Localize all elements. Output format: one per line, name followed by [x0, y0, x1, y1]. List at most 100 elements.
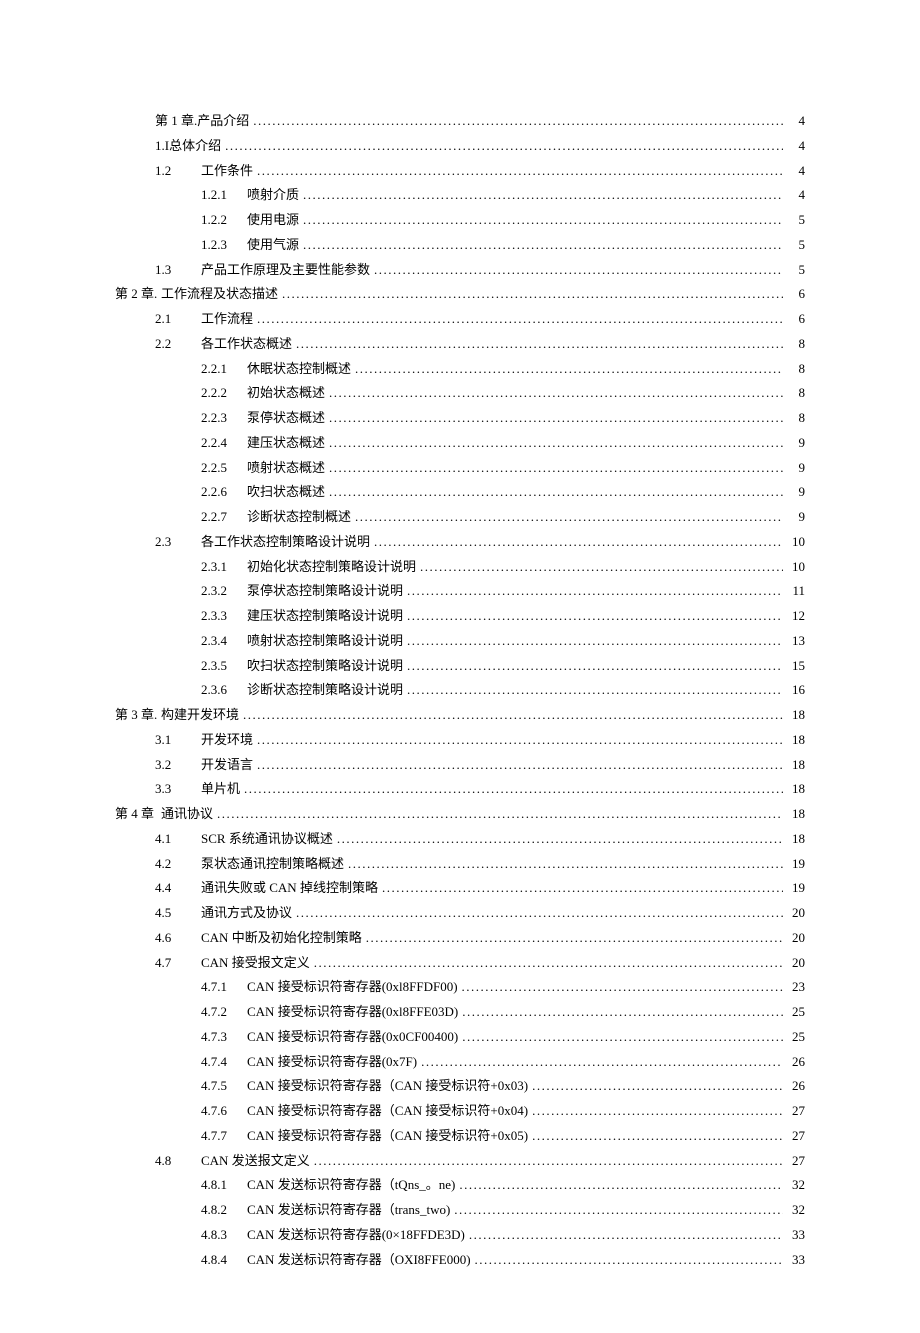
toc-entry-number: 4.8.1 [201, 1174, 247, 1197]
toc-entry-title: 开发语言 [201, 754, 253, 777]
toc-entry-page: 5 [787, 259, 805, 282]
toc-entry[interactable]: 4.7.3CAN 接受标识符寄存器(0x0CF00400)25 [201, 1026, 805, 1049]
toc-entry[interactable]: 4.8.3CAN 发送标识符寄存器(0×18FFDE3D)33 [201, 1224, 805, 1247]
toc-entry-number: 1.2.3 [201, 234, 247, 257]
toc-leader-dots [532, 1100, 783, 1123]
toc-entry-number: 1.2.2 [201, 209, 247, 232]
toc-entry[interactable]: 4.7.2CAN 接受标识符寄存器(0xl8FFE03D)25 [201, 1001, 805, 1024]
toc-entry-page: 25 [787, 1026, 805, 1049]
toc-entry[interactable]: 第 4 章通讯协议18 [115, 803, 805, 826]
toc-leader-dots [420, 556, 783, 579]
toc-entry-page: 20 [787, 902, 805, 925]
toc-entry-title: 总体介绍 [169, 135, 221, 158]
toc-entry-page: 4 [787, 160, 805, 183]
toc-entry[interactable]: 3.1开发环境18 [155, 729, 805, 752]
toc-entry[interactable]: 第 3 章. 构建开发环境18 [115, 704, 805, 727]
toc-entry-number: 2.2.6 [201, 481, 247, 504]
toc-entry[interactable]: 2.3.3建压状态控制策略设计说明12 [201, 605, 805, 628]
toc-entry[interactable]: 2.2.2初始状态概述8 [201, 382, 805, 405]
toc-entry-page: 15 [787, 655, 805, 678]
toc-leader-dots [303, 209, 783, 232]
toc-entry-page: 12 [787, 605, 805, 628]
toc-entry-title: 喷射状态概述 [247, 457, 325, 480]
toc-entry[interactable]: 4.7.1CAN 接受标识符寄存器(0xl8FFDF00)23 [201, 976, 805, 999]
toc-entry[interactable]: 第 2 章. 工作流程及状态描述6 [115, 283, 805, 306]
toc-entry[interactable]: 4.6CAN 中断及初始化控制策略20 [155, 927, 805, 950]
toc-entry[interactable]: 3.3单片机18 [155, 778, 805, 801]
toc-entry-title: 开发环境 [201, 729, 253, 752]
toc-entry-title: CAN 发送标识符寄存器(0×18FFDE3D) [247, 1224, 465, 1247]
toc-entry[interactable]: 2.2.7诊断状态控制概述9 [201, 506, 805, 529]
toc-leader-dots [329, 457, 783, 480]
toc-entry[interactable]: 第 1 章. 产品介绍4 [155, 110, 805, 133]
toc-entry-page: 9 [787, 432, 805, 455]
toc-entry-number: 4.2 [155, 853, 201, 876]
toc-entry-page: 8 [787, 407, 805, 430]
toc-entry-number: 2.3.5 [201, 655, 247, 678]
toc-entry-page: 19 [787, 877, 805, 900]
toc-entry[interactable]: 4.7.6CAN 接受标识符寄存器（CAN 接受标识符+0x04)27 [201, 1100, 805, 1123]
toc-leader-dots [407, 630, 783, 653]
toc-entry[interactable]: 4.7.4CAN 接受标识符寄存器(0x7F)26 [201, 1051, 805, 1074]
toc-leader-dots [337, 828, 783, 851]
toc-entry[interactable]: 2.3.2泵停状态控制策略设计说明11 [201, 580, 805, 603]
toc-entry-page: 18 [787, 778, 805, 801]
toc-entry-title: 产品工作原理及主要性能参数 [201, 259, 370, 282]
toc-leader-dots [407, 605, 783, 628]
toc-leader-dots [329, 432, 783, 455]
toc-entry[interactable]: 2.2.3泵停状态概述8 [201, 407, 805, 430]
toc-entry[interactable]: 3.2开发语言18 [155, 754, 805, 777]
toc-entry-page: 18 [787, 803, 805, 826]
toc-entry[interactable]: 4.8CAN 发送报文定义27 [155, 1150, 805, 1173]
toc-entry-title: 工作条件 [201, 160, 253, 183]
toc-entry-number: 1.3 [155, 259, 201, 282]
toc-entry[interactable]: 4.8.1CAN 发送标识符寄存器（tQns_。ne)32 [201, 1174, 805, 1197]
toc-entry[interactable]: 2.3各工作状态控制策略设计说明10 [155, 531, 805, 554]
toc-entry-title: CAN 接受标识符寄存器(0x0CF00400) [247, 1026, 458, 1049]
toc-entry-number: 第 3 章. [115, 704, 161, 727]
toc-entry[interactable]: 4.7.5CAN 接受标识符寄存器（CAN 接受标识符+0x03)26 [201, 1075, 805, 1098]
toc-entry[interactable]: 2.2.1休眠状态控制概述8 [201, 358, 805, 381]
toc-entry-title: CAN 发送标识符寄存器（trans_two) [247, 1199, 450, 1222]
toc-entry[interactable]: 1.3产品工作原理及主要性能参数 5 [155, 259, 805, 282]
toc-entry[interactable]: 2.2.4建压状态概述9 [201, 432, 805, 455]
toc-entry[interactable]: 1.2.2使用电源5 [201, 209, 805, 232]
toc-entry-number: 2.2.4 [201, 432, 247, 455]
toc-entry[interactable]: 2.3.5吹扫状态控制策略设计说明 15 [201, 655, 805, 678]
toc-entry[interactable]: 1.2.1喷射介质4 [201, 184, 805, 207]
toc-entry[interactable]: 4.7.7CAN 接受标识符寄存器（CAN 接受标识符+0x05)27 [201, 1125, 805, 1148]
toc-leader-dots [532, 1125, 783, 1148]
toc-entry-title: 各工作状态控制策略设计说明 [201, 531, 370, 554]
toc-entry[interactable]: 2.2各工作状态概述8 [155, 333, 805, 356]
toc-entry-number: 2.3.6 [201, 679, 247, 702]
toc-leader-dots [225, 135, 783, 158]
toc-entry-page: 20 [787, 952, 805, 975]
toc-entry[interactable]: 2.2.5喷射状态概述9 [201, 457, 805, 480]
toc-entry[interactable]: 2.2.6吹扫状态概述9 [201, 481, 805, 504]
toc-leader-dots [244, 778, 783, 801]
toc-entry[interactable]: 2.3.1初始化状态控制策略设计说明10 [201, 556, 805, 579]
toc-entry[interactable]: 2.1工作流程6 [155, 308, 805, 331]
toc-entry-number: 2.2.2 [201, 382, 247, 405]
toc-entry[interactable]: 1.2.3使用气源5 [201, 234, 805, 257]
toc-entry-title: CAN 中断及初始化控制策略 [201, 927, 362, 950]
toc-entry[interactable]: 4.8.2CAN 发送标识符寄存器（trans_two)32 [201, 1199, 805, 1222]
table-of-contents: 第 1 章. 产品介绍41.I 总体介绍41.2工作条件41.2.1喷射介质41… [115, 110, 805, 1271]
toc-entry[interactable]: 4.1SCR 系统通讯协议概述18 [155, 828, 805, 851]
toc-entry-title: CAN 接受标识符寄存器(0xl8FFE03D) [247, 1001, 458, 1024]
toc-entry-page: 6 [787, 308, 805, 331]
toc-entry[interactable]: 2.3.6诊断状态控制策略设计说明16 [201, 679, 805, 702]
toc-entry-title: 吹扫状态控制策略设计说明 [247, 655, 403, 678]
toc-entry[interactable]: 2.3.4喷射状态控制策略设计说明13 [201, 630, 805, 653]
toc-entry[interactable]: 4.7CAN 接受报文定义20 [155, 952, 805, 975]
toc-entry[interactable]: 4.5通讯方式及协议20 [155, 902, 805, 925]
toc-entry[interactable]: 4.4通讯失败或 CAN 掉线控制策略19 [155, 877, 805, 900]
toc-entry[interactable]: 1.I 总体介绍4 [155, 135, 805, 158]
toc-leader-dots [296, 333, 783, 356]
toc-leader-dots [314, 952, 783, 975]
toc-entry-page: 5 [787, 209, 805, 232]
toc-entry[interactable]: 4.2泵状态通讯控制策略概述19 [155, 853, 805, 876]
toc-entry[interactable]: 4.8.4CAN 发送标识符寄存器（OXI8FFE000)33 [201, 1249, 805, 1272]
toc-entry[interactable]: 1.2工作条件4 [155, 160, 805, 183]
toc-entry-page: 18 [787, 828, 805, 851]
